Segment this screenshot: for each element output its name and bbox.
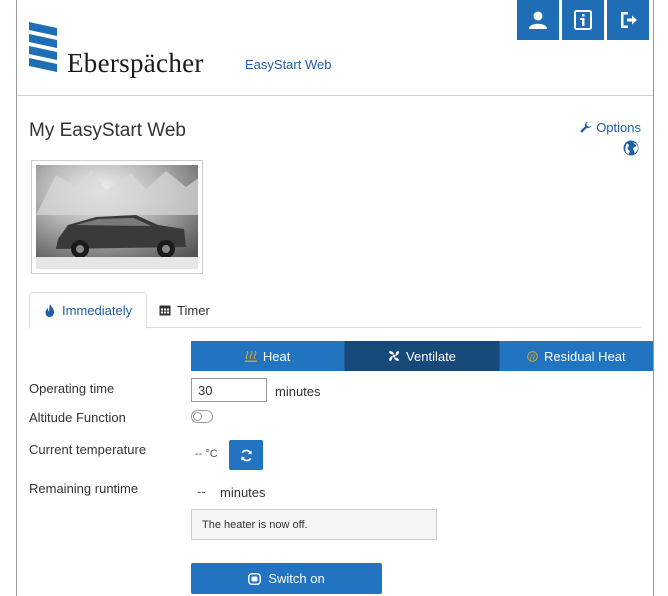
refresh-icon bbox=[240, 449, 252, 461]
flame-icon bbox=[45, 304, 54, 317]
toggle-knob bbox=[193, 412, 202, 421]
remaining-runtime-value: -- bbox=[197, 484, 206, 499]
header-actions bbox=[517, 0, 649, 40]
app-frame: Eberspächer EasyStart Web My EasyStart W… bbox=[16, 0, 654, 596]
vehicle-photo bbox=[31, 160, 203, 274]
logout-icon bbox=[621, 12, 637, 28]
info-button[interactable] bbox=[562, 0, 604, 40]
tab-immediately[interactable]: Immediately bbox=[29, 292, 148, 329]
mode-heat-button[interactable]: Heat bbox=[191, 341, 346, 371]
altitude-function-label: Altitude Function bbox=[29, 410, 126, 425]
logo-mark-icon bbox=[29, 22, 57, 72]
wrench-icon bbox=[580, 121, 592, 133]
altitude-function-toggle[interactable] bbox=[191, 410, 213, 423]
refresh-temperature-button[interactable] bbox=[229, 440, 263, 470]
mode-ventilate-button[interactable]: Ventilate bbox=[345, 341, 500, 371]
brand-logo[interactable]: Eberspächer bbox=[27, 20, 227, 78]
power-square-icon bbox=[248, 572, 262, 585]
residual-heat-icon bbox=[527, 350, 538, 362]
remaining-runtime-label: Remaining runtime bbox=[29, 481, 139, 496]
user-icon bbox=[529, 11, 547, 29]
mode-residual-heat-button[interactable]: Residual Heat bbox=[499, 341, 653, 371]
logout-button[interactable] bbox=[607, 0, 649, 40]
mode-tabs: Immediately Timer bbox=[29, 292, 641, 329]
fan-icon bbox=[389, 351, 400, 361]
tab-timer[interactable]: Timer bbox=[147, 292, 222, 328]
current-temperature-value: -- °C bbox=[195, 448, 218, 460]
mode-residual-heat-label: Residual Heat bbox=[543, 348, 626, 364]
options-link[interactable]: Options bbox=[579, 120, 641, 135]
options-label: Options bbox=[596, 120, 641, 135]
switch-on-button[interactable]: Switch on bbox=[191, 563, 382, 594]
current-temperature-label: Current temperature bbox=[29, 442, 147, 457]
brand-name: Eberspächer bbox=[67, 48, 204, 78]
operating-time-unit: minutes bbox=[275, 384, 321, 399]
header: Eberspächer EasyStart Web bbox=[17, 0, 653, 96]
vehicle-image bbox=[36, 165, 198, 269]
heat-icon bbox=[244, 350, 257, 362]
heater-mode-selector: Heat Ventilate Residual Heat bbox=[191, 341, 653, 371]
operating-time-label: Operating time bbox=[29, 381, 115, 396]
calendar-icon bbox=[159, 305, 171, 316]
heater-status-message: The heater is now off. bbox=[191, 509, 437, 540]
tab-immediately-label: Immediately bbox=[62, 303, 133, 318]
mode-heat-label: Heat bbox=[262, 348, 291, 364]
user-button[interactable] bbox=[517, 0, 559, 40]
page-title: My EasyStart Web bbox=[29, 120, 186, 141]
globe-icon[interactable] bbox=[623, 140, 639, 156]
switch-on-label: Switch on bbox=[268, 571, 325, 586]
operating-time-input[interactable] bbox=[191, 378, 267, 402]
mode-ventilate-label: Ventilate bbox=[406, 348, 456, 364]
easystart-web-link[interactable]: EasyStart Web bbox=[245, 57, 331, 72]
info-card-icon bbox=[574, 10, 592, 30]
car-picture bbox=[36, 165, 198, 269]
remaining-runtime-unit: minutes bbox=[220, 485, 266, 500]
tab-timer-label: Timer bbox=[177, 302, 210, 318]
